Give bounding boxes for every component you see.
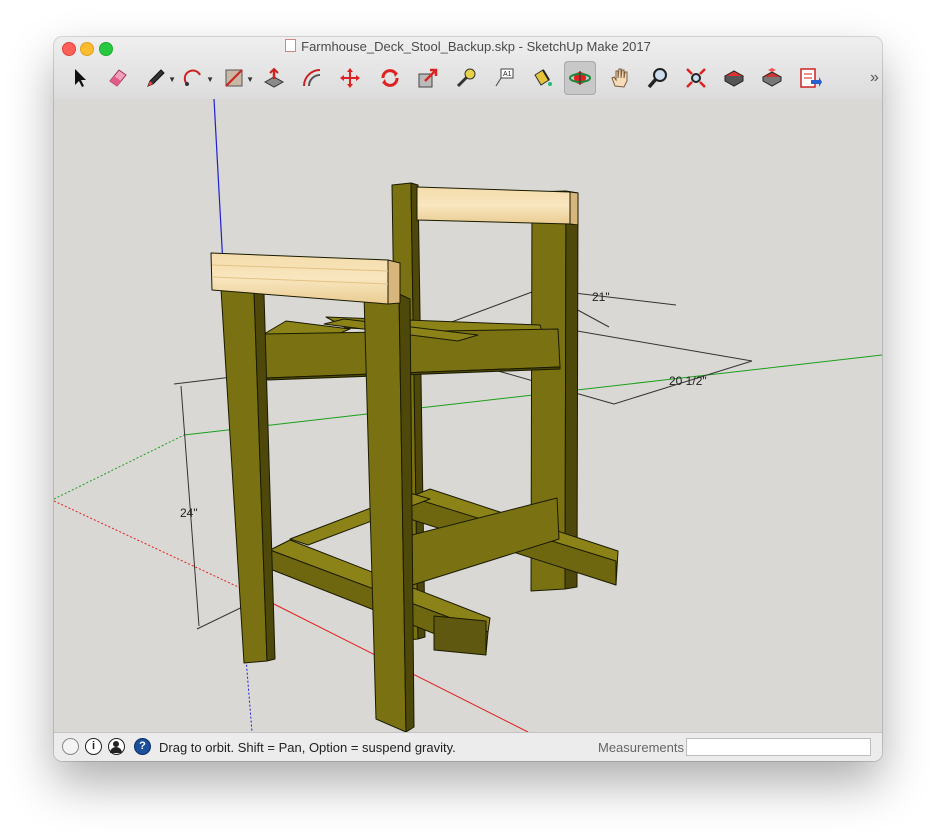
model-canvas: 21" 20 1/2" 24" [54,98,882,733]
move-tool-icon[interactable] [334,61,366,95]
arc-tool-icon[interactable]: ▼ [178,61,214,95]
geo-location-icon[interactable] [62,738,79,755]
send-to-layout-icon[interactable] [794,61,826,95]
text-tool-icon[interactable]: A1 [488,61,520,95]
3d-warehouse-icon[interactable] [718,61,750,95]
measurements-input[interactable] [686,738,871,756]
sketchup-window: Farmhouse_Deck_Stool_Backup.skp - Sketch… [54,37,882,761]
title-toolbar-area: Farmhouse_Deck_Stool_Backup.skp - Sketch… [54,37,882,100]
pan-tool-icon[interactable] [604,61,636,95]
paint-bucket-tool-icon[interactable] [526,61,558,95]
tape-measure-tool-icon[interactable] [450,61,482,95]
instructor-help-icon[interactable]: ? [134,738,151,755]
zoom-extents-tool-icon[interactable] [680,61,712,95]
lower-left-runner-end [433,615,487,656]
select-tool-icon[interactable] [64,61,96,95]
back-seat-board [416,186,571,225]
measurements-label: Measurements [598,740,684,755]
rectangle-tool-icon[interactable]: ▼ [218,61,254,95]
dimension-depth-label: 21" [592,290,610,304]
zoom-tool-icon[interactable] [642,61,674,95]
push-pull-tool-icon[interactable] [258,61,290,95]
svg-text:A1: A1 [503,71,512,78]
stool-model[interactable] [210,182,619,733]
dimension-width-label: 20 1/2" [669,374,707,388]
orbit-tool-icon[interactable] [564,61,596,95]
window-title: Farmhouse_Deck_Stool_Backup.skp - Sketch… [54,39,882,55]
eraser-tool-icon[interactable] [102,61,134,95]
extension-warehouse-icon[interactable] [756,61,788,95]
toolbar-overflow-button[interactable]: » [870,69,879,87]
dimension-height-label: 24" [180,506,198,520]
status-hint: Drag to orbit. Shift = Pan, Option = sus… [159,740,456,755]
offset-tool-icon[interactable] [296,61,328,95]
rotate-tool-icon[interactable] [374,61,406,95]
pencil-line-tool-icon[interactable]: ▼ [140,61,176,95]
status-bar: i ? Drag to orbit. Shift = Pan, Option =… [54,732,882,761]
document-icon [285,39,297,52]
credits-info-icon[interactable]: i [85,738,102,755]
account-icon[interactable] [108,738,125,755]
scale-tool-icon[interactable] [412,61,444,95]
3d-viewport[interactable]: 21" 20 1/2" 24" [54,98,882,733]
